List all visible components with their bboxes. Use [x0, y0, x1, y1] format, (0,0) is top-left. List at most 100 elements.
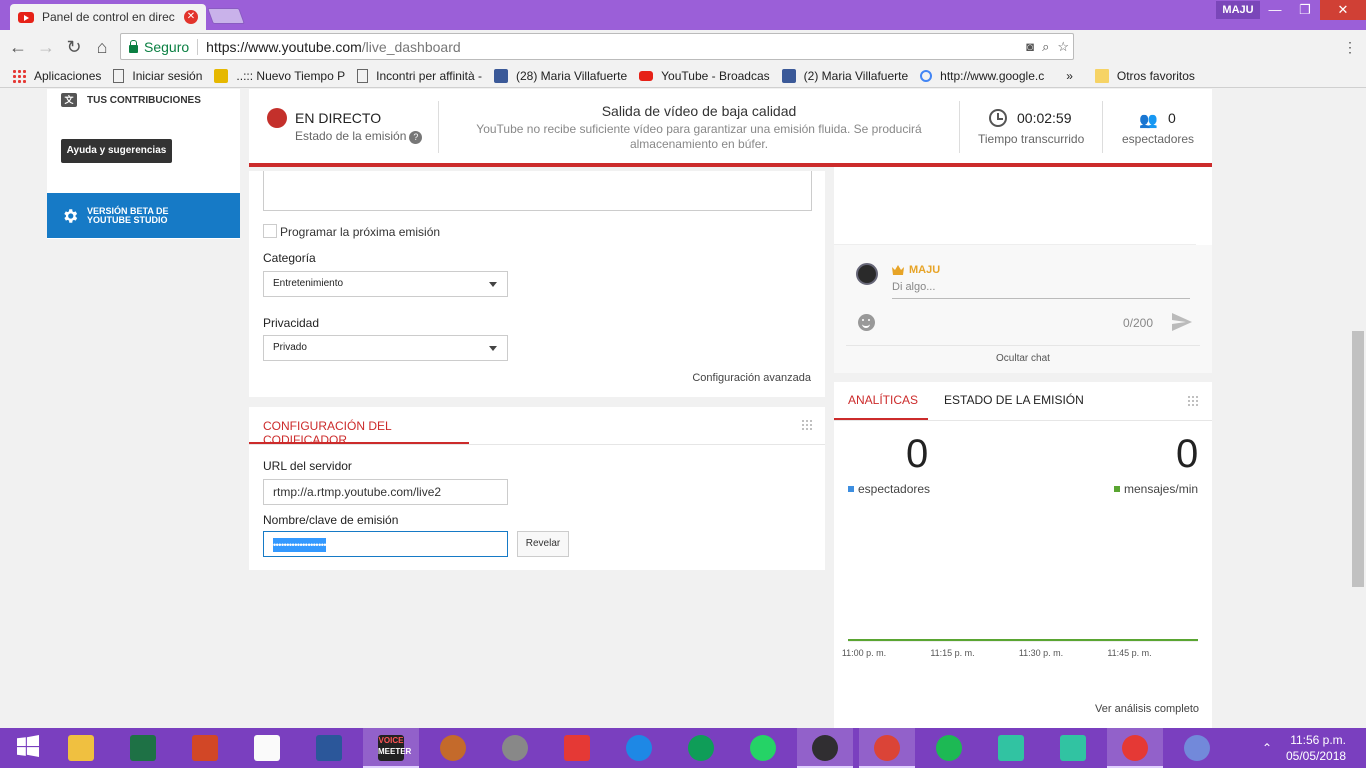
x-tick-label: 11:15 p. m.: [930, 648, 974, 658]
taskbar-item-streamlabs[interactable]: [1045, 728, 1101, 768]
film-reel-icon: [502, 735, 528, 761]
taskbar-item-record-app[interactable]: [1107, 728, 1163, 768]
server-url-field[interactable]: rtmp://a.rtmp.youtube.com/live2: [263, 479, 508, 505]
chat-panel: MAJU Di algo... 0/200 Ocultar chat: [834, 167, 1212, 373]
x-tick-label: 11:45 p. m.: [1107, 648, 1151, 658]
taskbar-item-film-reel[interactable]: [487, 728, 543, 768]
bookmark-item[interactable]: Iniciar sesión: [113, 68, 202, 83]
divider: [438, 101, 439, 153]
bookmark-item[interactable]: Aplicaciones: [12, 68, 101, 83]
drag-handle-icon[interactable]: [1187, 395, 1199, 407]
schedule-checkbox[interactable]: [263, 224, 277, 238]
profile-button[interactable]: MAJU: [1216, 1, 1260, 19]
taskbar-item-excel[interactable]: [115, 728, 171, 768]
baseball-glove-icon: [440, 735, 466, 761]
bookmark-label: (28) Maria Villafuerte: [515, 68, 628, 83]
bookmark-item[interactable]: http://www.google.c: [920, 69, 1044, 83]
bookmark-item[interactable]: (2) Maria Villafuerte: [781, 68, 908, 83]
taskbar-item-discord[interactable]: [1169, 728, 1225, 768]
taskbar-item-spotify[interactable]: [921, 728, 977, 768]
taskbar-item-streamlabs[interactable]: [983, 728, 1039, 768]
drag-handle-icon[interactable]: [801, 419, 813, 431]
bookmark-item[interactable]: ..::: Nuevo Tiempo P: [214, 68, 345, 83]
taskbar-item-powerpoint[interactable]: [177, 728, 233, 768]
back-button[interactable]: ←: [8, 38, 28, 58]
send-icon[interactable]: [1172, 313, 1192, 331]
chat-input[interactable]: Di algo...: [892, 281, 1190, 299]
taskbar-item-voicemeeter[interactable]: VOICE MEETER: [363, 728, 419, 768]
restore-button[interactable]: ❐: [1290, 0, 1320, 20]
category-select[interactable]: Entretenimiento: [263, 271, 508, 297]
description-textarea[interactable]: [263, 171, 812, 211]
address-bar[interactable]: Seguro https://www.youtube.com/live_dash…: [120, 33, 1074, 60]
contributions-link[interactable]: 文 TUS CONTRIBUCIONES: [61, 93, 201, 107]
taskbar-item-whatsapp[interactable]: [735, 728, 791, 768]
category-label: Categoría: [263, 251, 316, 265]
bookmark-item[interactable]: (28) Maria Villafuerte: [493, 68, 628, 83]
avatar: [856, 263, 878, 285]
forward-button[interactable]: →: [36, 38, 56, 58]
stream-key-value: ••••••••••••••••••••: [273, 537, 327, 552]
viewers-label: espectadores: [1122, 132, 1195, 146]
close-tab-icon[interactable]: ✕: [184, 10, 198, 24]
bookmark-item[interactable]: YouTube - Broadcas: [639, 69, 770, 83]
scrollbar-thumb[interactable]: [1352, 331, 1364, 587]
studio-beta-link[interactable]: VERSIÓN BETA DE YOUTUBE STUDIO: [47, 193, 240, 238]
tab-analytics[interactable]: ANALÍTICAS: [834, 382, 928, 421]
beta-text: VERSIÓN BETA DE YOUTUBE STUDIO: [87, 206, 169, 225]
tab-title: Panel de control en direc: [42, 10, 175, 24]
voicemeeter-label-bottom: MEETER: [378, 747, 412, 756]
taskbar-item-word[interactable]: [301, 728, 357, 768]
viewers-legend-swatch: [848, 486, 854, 492]
help-feedback-button[interactable]: Ayuda y sugerencias: [61, 139, 172, 163]
new-tab-button[interactable]: [207, 8, 245, 24]
encoder-tab[interactable]: CONFIGURACIÓN DEL CODIFICADOR: [249, 407, 469, 447]
clock-icon: [989, 109, 1007, 127]
camera-blocked-icon[interactable]: ◙: [1026, 39, 1034, 55]
youtube-icon: [639, 70, 654, 81]
reload-button[interactable]: ↻: [64, 38, 84, 58]
full-analytics-link[interactable]: Ver análisis completo: [1095, 703, 1199, 715]
minimize-button[interactable]: —: [1260, 0, 1290, 20]
reveal-button[interactable]: Revelar: [517, 531, 569, 557]
close-window-button[interactable]: ✕: [1320, 0, 1366, 20]
taskbar-item-obs[interactable]: [797, 728, 853, 768]
viewers-stat-value: 0: [906, 432, 929, 476]
dashboard-page: 文 TUS CONTRIBUCIONES Ayuda y sugerencias…: [0, 89, 1350, 728]
zoom-icon[interactable]: ⌕: [1042, 39, 1049, 55]
clock-time: 11:56 p.m.: [1290, 733, 1346, 747]
advanced-settings-link[interactable]: Configuración avanzada: [692, 372, 811, 384]
live-status-label: Estado de la emisión: [295, 129, 407, 143]
taskbar-item-hangouts[interactable]: [673, 728, 729, 768]
hide-chat-button[interactable]: Ocultar chat: [846, 345, 1200, 373]
stream-key-field[interactable]: ••••••••••••••••••••: [263, 531, 508, 557]
taskbar-item-video-editor[interactable]: [549, 728, 605, 768]
elapsed-time-label: Tiempo transcurrido: [978, 132, 1085, 146]
home-button[interactable]: ⌂: [92, 38, 112, 58]
other-bookmarks[interactable]: Otros favoritos: [1094, 68, 1195, 83]
taskbar-item-document[interactable]: [239, 728, 295, 768]
page-scrollbar[interactable]: [1350, 89, 1366, 728]
hangouts-icon: [688, 735, 714, 761]
emoji-icon[interactable]: [858, 314, 875, 331]
word-icon: [316, 735, 342, 761]
taskbar-item-edge[interactable]: [611, 728, 667, 768]
folder-icon: [1094, 68, 1109, 83]
people-icon: 👥: [1139, 112, 1158, 129]
bookmark-star-icon[interactable]: ☆: [1057, 39, 1069, 55]
whatsapp-icon: [750, 735, 776, 761]
stream-status-bar: EN DIRECTO Estado de la emisión? Salida …: [249, 89, 1212, 167]
bookmark-item[interactable]: Incontri per affinità -: [357, 68, 482, 83]
taskbar-item-baseball-glove[interactable]: [425, 728, 481, 768]
tray-chevron-icon[interactable]: ⌃: [1262, 728, 1272, 768]
menu-icon[interactable]: ⋮: [1340, 38, 1360, 58]
help-icon[interactable]: ?: [409, 131, 423, 144]
privacy-select[interactable]: Privado: [263, 335, 508, 361]
taskbar-item-windows-start[interactable]: [0, 728, 56, 768]
tab-stream-status[interactable]: ESTADO DE LA EMISIÓN: [944, 382, 1084, 421]
bookmarks-overflow-button[interactable]: »: [1066, 69, 1073, 83]
taskbar-item-chrome[interactable]: [859, 728, 915, 768]
browser-tab[interactable]: Panel de control en direc ✕: [10, 4, 206, 30]
taskbar-item-file-explorer[interactable]: [53, 728, 109, 768]
taskbar-clock[interactable]: 11:56 p.m. 05/05/2018: [1286, 732, 1346, 764]
